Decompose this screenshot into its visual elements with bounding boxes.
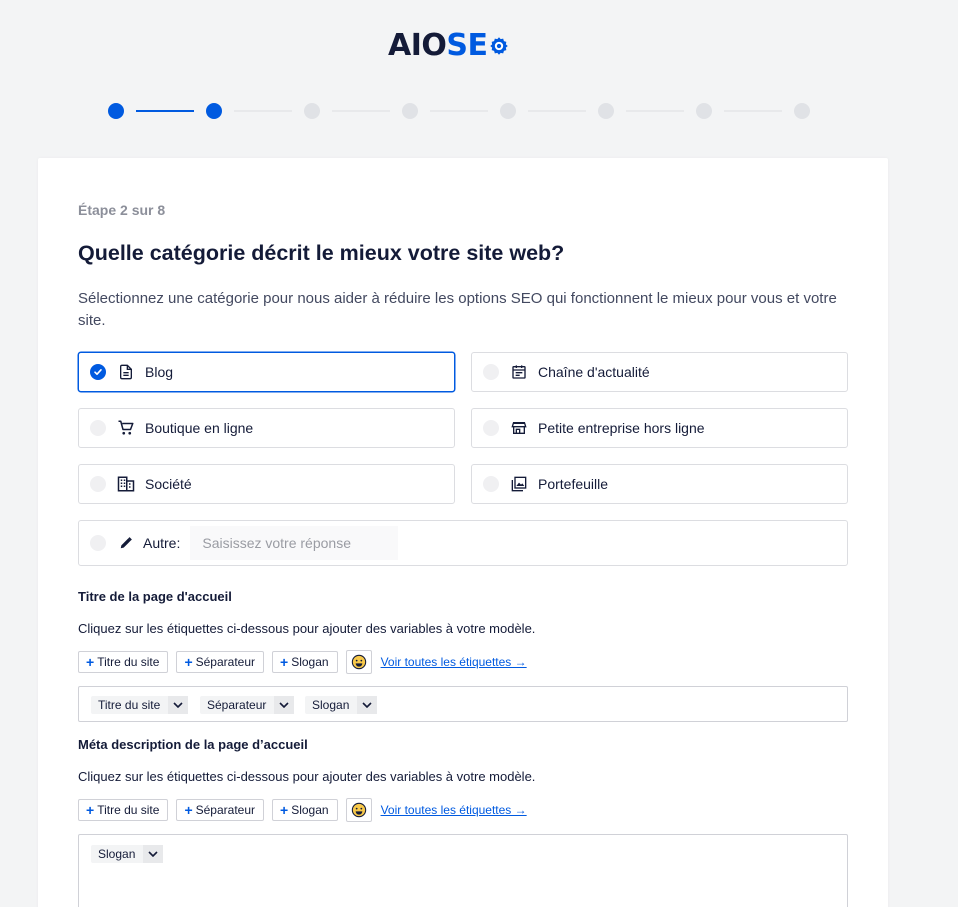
meta-description-heading: Méta description de la page d’accueil xyxy=(78,737,308,752)
plus-icon: + xyxy=(86,802,95,818)
storefront-icon xyxy=(510,419,528,437)
tag-button-label: Séparateur xyxy=(195,655,255,669)
add-site-title-tag-button[interactable]: + Titre du site xyxy=(78,799,169,821)
home-title-editor[interactable]: Titre du site Séparateur Slogan xyxy=(78,686,848,722)
radio-button[interactable] xyxy=(90,535,106,551)
emoji-picker-button[interactable] xyxy=(345,798,372,822)
building-icon xyxy=(117,475,135,493)
chip-label: Slogan xyxy=(98,847,136,861)
category-option-blog[interactable]: Blog xyxy=(78,352,455,392)
category-label: Portefeuille xyxy=(538,476,609,492)
step-connector xyxy=(234,110,292,112)
tag-button-label: Slogan xyxy=(291,655,329,669)
logo-gear-icon xyxy=(489,36,508,55)
aioseo-logo: AIO SE xyxy=(388,28,509,63)
category-label: Petite entreprise hors ligne xyxy=(538,420,705,436)
pencil-icon xyxy=(117,534,135,552)
page-title: Quelle catégorie décrit le mieux votre s… xyxy=(78,241,565,265)
chip-label: Titre du site xyxy=(98,698,161,712)
meta-description-help: Cliquez sur les étiquettes ci-dessous po… xyxy=(78,769,536,784)
category-label: Société xyxy=(145,476,192,492)
emoji-icon xyxy=(351,654,366,670)
home-title-tag-buttons: + Titre du site + Séparateur + Slogan Voir … xyxy=(78,650,527,674)
plus-icon: + xyxy=(280,802,289,818)
other-answer-input[interactable] xyxy=(190,526,399,560)
step-dot-1 xyxy=(108,103,124,119)
chevron-down-icon[interactable] xyxy=(168,696,189,714)
tag-chip-tagline[interactable]: Slogan xyxy=(305,696,378,714)
calendar-icon xyxy=(510,363,528,381)
step-connector xyxy=(332,110,390,112)
home-title-heading: Titre de la page d'accueil xyxy=(78,589,232,604)
logo-text-aio: AIO xyxy=(388,28,447,63)
step-connector xyxy=(724,110,782,112)
chevron-down-icon[interactable] xyxy=(274,696,295,714)
tag-button-label: Titre du site xyxy=(97,655,160,669)
step-label: Étape 2 sur 8 xyxy=(78,202,166,218)
cart-icon xyxy=(117,419,135,437)
chevron-down-icon[interactable] xyxy=(143,845,164,863)
radio-button[interactable] xyxy=(90,420,106,436)
document-icon xyxy=(117,363,135,381)
category-label: Chaîne d'actualité xyxy=(538,364,650,380)
meta-description-editor[interactable]: Slogan xyxy=(78,834,848,907)
plus-icon: + xyxy=(184,802,193,818)
step-dot-6 xyxy=(598,103,614,119)
meta-description-tag-buttons: + Titre du site + Séparateur + Slogan Voir … xyxy=(78,798,527,822)
category-option-portfolio[interactable]: Portefeuille xyxy=(471,464,848,504)
progress-stepper xyxy=(108,103,810,119)
category-option-shop[interactable]: Boutique en ligne xyxy=(78,408,455,448)
add-site-title-tag-button[interactable]: + Titre du site xyxy=(78,651,169,673)
step-connector xyxy=(528,110,586,112)
add-tagline-tag-button[interactable]: + Slogan xyxy=(272,651,338,673)
step-dot-5 xyxy=(500,103,516,119)
logo-text-seo: SE xyxy=(446,28,488,63)
tag-chip-site-title[interactable]: Titre du site xyxy=(91,696,189,714)
plus-icon: + xyxy=(184,654,193,670)
category-option-local-business[interactable]: Petite entreprise hors ligne xyxy=(471,408,848,448)
category-label: Boutique en ligne xyxy=(145,420,254,436)
tag-chip-separator[interactable]: Séparateur xyxy=(200,696,295,714)
page-description: Sélectionnez une catégorie pour nous aid… xyxy=(78,290,837,329)
tag-chip-tagline[interactable]: Slogan xyxy=(91,845,164,863)
chip-label: Séparateur xyxy=(207,698,267,712)
category-option-other[interactable]: Autre: xyxy=(78,520,848,566)
chip-label: Slogan xyxy=(312,698,350,712)
plus-icon: + xyxy=(280,654,289,670)
view-all-tags-link[interactable]: Voir toutes les étiquettes → xyxy=(381,655,527,669)
step-connector xyxy=(626,110,684,112)
add-separator-tag-button[interactable]: + Séparateur xyxy=(176,651,264,673)
add-separator-tag-button[interactable]: + Séparateur xyxy=(176,799,264,821)
category-option-company[interactable]: Société xyxy=(78,464,455,504)
plus-icon: + xyxy=(86,654,95,670)
step-dot-3 xyxy=(304,103,320,119)
view-all-tags-link[interactable]: Voir toutes les étiquettes → xyxy=(381,803,527,817)
tag-button-label: Séparateur xyxy=(195,803,255,817)
chevron-down-icon[interactable] xyxy=(357,696,378,714)
step-dot-4 xyxy=(402,103,418,119)
home-title-help: Cliquez sur les étiquettes ci-dessous po… xyxy=(78,621,536,636)
step-dot-2 xyxy=(206,103,222,119)
radio-button[interactable] xyxy=(483,476,499,492)
step-connector xyxy=(136,110,194,112)
emoji-icon xyxy=(351,802,366,818)
add-tagline-tag-button[interactable]: + Slogan xyxy=(272,799,338,821)
radio-button[interactable] xyxy=(483,420,499,436)
radio-checked-icon xyxy=(90,364,106,380)
radio-button[interactable] xyxy=(483,364,499,380)
radio-button[interactable] xyxy=(90,476,106,492)
step-dot-7 xyxy=(696,103,712,119)
category-option-news[interactable]: Chaîne d'actualité xyxy=(471,352,848,392)
tag-button-label: Slogan xyxy=(291,803,329,817)
emoji-picker-button[interactable] xyxy=(345,650,372,674)
step-dot-8 xyxy=(794,103,810,119)
gallery-icon xyxy=(510,475,528,493)
tag-button-label: Titre du site xyxy=(97,803,160,817)
other-label: Autre: xyxy=(143,535,181,551)
step-connector xyxy=(430,110,488,112)
category-label: Blog xyxy=(145,364,174,380)
